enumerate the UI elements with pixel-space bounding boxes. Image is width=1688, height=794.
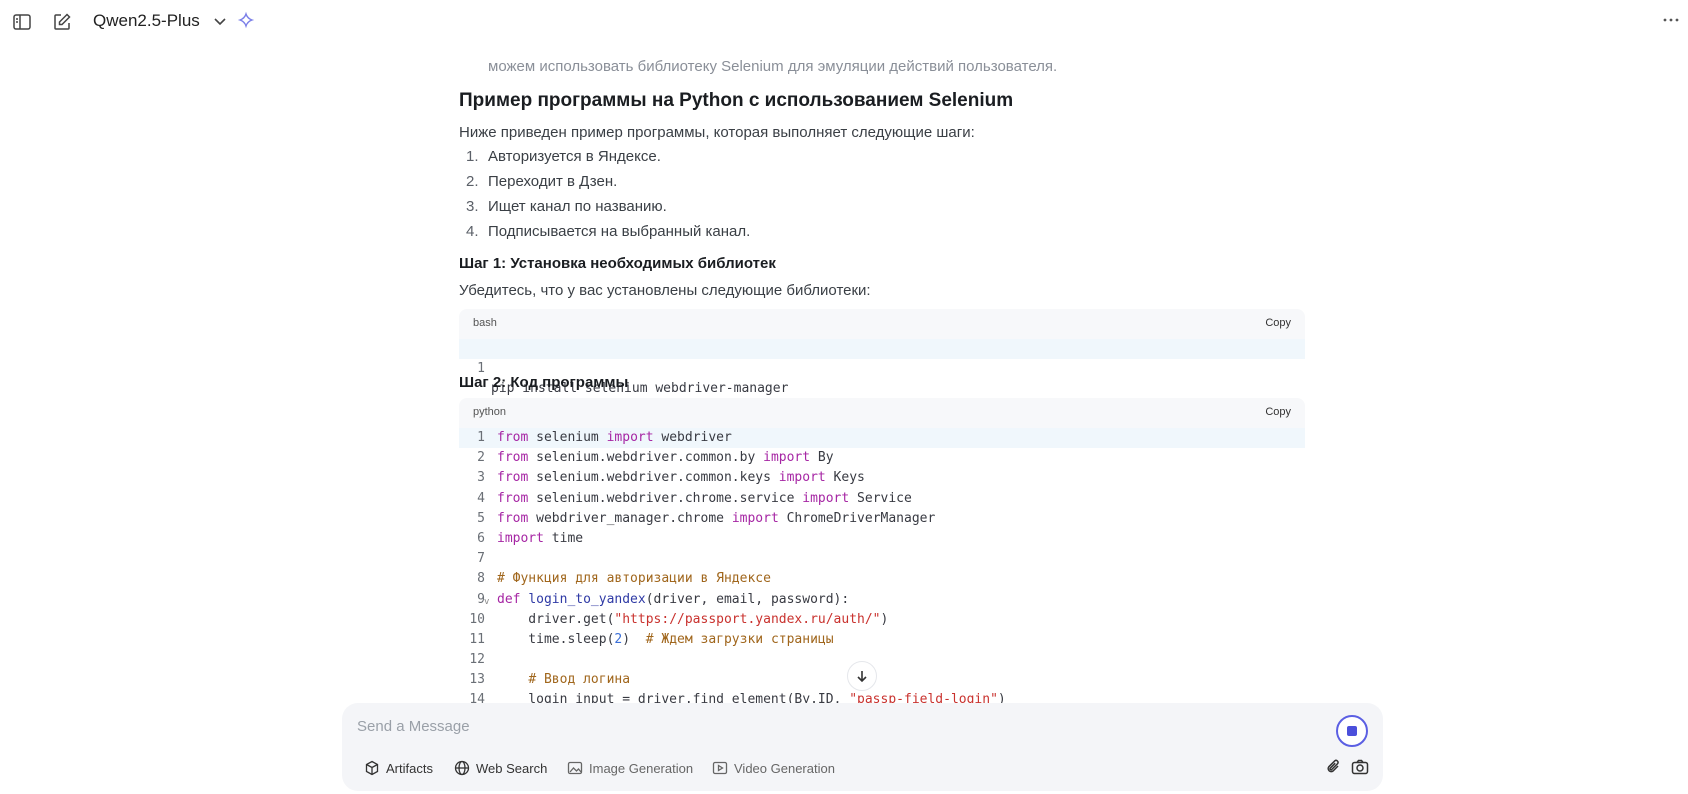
artifacts-button[interactable]: Artifacts [364, 758, 433, 778]
code-line: 10 driver.get("https://passport.yandex.r… [459, 610, 1305, 630]
stop-generation-button[interactable] [1336, 715, 1368, 747]
line-number: 4 [477, 490, 485, 506]
list-text: Авторизуется в Яндексе. [488, 148, 661, 165]
intro-paragraph: Ниже приведен пример программы, которая … [459, 124, 975, 141]
video-icon [712, 761, 728, 775]
steps-list: 1. Авторизуется в Яндексе. 2. Переходит в … [459, 148, 1305, 248]
code-text: # Ввод логина [528, 672, 631, 688]
code-body[interactable]: 1 from selenium import webdriver 2 from sel… [459, 428, 1305, 704]
model-selector[interactable]: Qwen2.5-Plus [93, 11, 200, 31]
code-text: time.sleep(2) # Ждем загрузки страницы [497, 631, 834, 647]
code-line: 13 # Ввод логина [459, 670, 1305, 690]
list-number: 1. [466, 148, 479, 165]
section-heading: Пример программы на Python с использован… [459, 90, 1014, 111]
arrow-down-icon [857, 671, 867, 683]
tool-label: Video Generation [734, 760, 835, 776]
code-line: 3 from selenium.webdriver.common.keys imp… [459, 468, 1305, 488]
list-item: 1. Авторизуется в Яндексе. [459, 148, 1305, 173]
magic-icon[interactable] [236, 11, 256, 31]
list-text: Подписывается на выбранный канал. [488, 223, 751, 240]
code-language: python [473, 406, 507, 418]
code-body[interactable]: 1 pip install selenium webdriver-manager [459, 339, 1305, 396]
line-number: 14 [469, 692, 485, 704]
sidebar-toggle-icon[interactable] [9, 9, 35, 35]
list-item: 3. Ищет канал по названию. [459, 198, 1305, 223]
line-number: 12 [469, 652, 485, 668]
code-text: from webdriver_manager.chrome import Chr… [497, 510, 936, 526]
code-language: bash [473, 317, 497, 329]
code-line: 4 from selenium.webdriver.chrome.service … [459, 489, 1305, 509]
tool-label: Web Search [476, 760, 548, 776]
code-line: 12 [459, 650, 1305, 670]
step1-heading: Шаг 1: Установка необходимых библиотек [459, 255, 776, 272]
step2-heading: Шаг 2: Код программы [459, 374, 629, 391]
scroll-down-button[interactable] [847, 661, 877, 691]
line-number: 7 [477, 551, 485, 567]
list-number: 4. [466, 223, 479, 240]
tool-label: Artifacts [386, 760, 433, 776]
code-line: 14 login_input = driver.find_element(By.… [459, 690, 1305, 704]
video-generation-button[interactable]: Video Generation [712, 758, 835, 778]
top-bar: Qwen2.5-Plus [0, 0, 1688, 42]
code-line: 7 [459, 549, 1305, 569]
code-text: import time [497, 530, 584, 546]
attach-icon[interactable] [1324, 757, 1344, 777]
step1-text: Убедитесь, что у вас установлены следующ… [459, 282, 871, 299]
line-number: 2 [477, 450, 485, 466]
line-number: 3 [477, 470, 485, 486]
tool-label: Image Generation [589, 760, 694, 776]
copy-button[interactable]: Copy [1265, 406, 1291, 418]
new-chat-icon[interactable] [49, 9, 75, 35]
camera-icon[interactable] [1350, 757, 1370, 777]
line-number: 11 [469, 631, 485, 647]
code-header: python Copy [459, 398, 1305, 428]
stop-icon [1347, 726, 1357, 736]
code-block-python: python Copy 1 from selenium import webdri… [459, 398, 1305, 704]
more-options-icon[interactable] [1660, 9, 1682, 31]
line-number: 13 [469, 672, 485, 688]
code-text: from selenium import webdriver [497, 430, 732, 445]
code-line: 5 from webdriver_manager.chrome import Ch… [459, 509, 1305, 529]
code-text: # Функция для авторизации в Яндексе [497, 571, 771, 587]
copy-button[interactable]: Copy [1265, 317, 1291, 329]
image-icon [567, 761, 583, 775]
line-number: 10 [469, 611, 485, 627]
image-generation-button[interactable]: Image Generation [567, 758, 693, 778]
message-input[interactable]: Send a Message [357, 718, 470, 735]
code-text: from selenium.webdriver.chrome.service i… [497, 490, 912, 506]
cube-icon [365, 760, 379, 776]
code-line: 6 import time [459, 529, 1305, 549]
code-line: 1 from selenium import webdriver [459, 428, 1305, 449]
list-number: 2. [466, 173, 479, 190]
line-number: 6 [477, 530, 485, 546]
line-number: 5 [477, 510, 485, 526]
list-number: 3. [466, 198, 479, 215]
code-line: 11 time.sleep(2) # Ждем загрузки страниц… [459, 630, 1305, 650]
line-number: 8 [477, 571, 485, 587]
list-text: Переходит в Дзен. [488, 173, 618, 190]
code-line: 1 pip install selenium webdriver-manager [459, 339, 1305, 396]
code-text: def login_to_yandex(driver, email, passw… [497, 591, 850, 607]
code-line: 2 from selenium.webdriver.common.by impor… [459, 448, 1305, 468]
code-block-bash: bash Copy 1 pip install selenium webdriv… [459, 309, 1305, 396]
faded-text-line: можем использовать библиотеку Selenium д… [488, 58, 1058, 75]
line-number: 9 [477, 591, 485, 607]
code-text: driver.get("https://passport.yandex.ru/a… [497, 611, 889, 627]
message-content: можем использовать библиотеку Selenium д… [459, 52, 1305, 704]
fold-chevron-icon[interactable]: v [484, 592, 489, 612]
code-header: bash Copy [459, 309, 1305, 339]
list-item: 2. Переходит в Дзен. [459, 173, 1305, 198]
globe-icon [454, 760, 470, 776]
code-line: 8 # Функция для авторизации в Яндексе [459, 569, 1305, 589]
code-text: from selenium.webdriver.common.by import… [497, 450, 834, 466]
code-line: 9 v def login_to_yandex(driver, email, pas… [459, 590, 1305, 610]
list-item: 4. Подписывается на выбранный канал. [459, 223, 1305, 248]
code-text: from selenium.webdriver.common.keys impo… [497, 470, 865, 486]
web-search-button[interactable]: Web Search [454, 758, 547, 778]
chevron-down-icon[interactable] [211, 12, 229, 30]
line-number: 1 [477, 430, 485, 445]
code-text: login_input = driver.find_element(By.ID,… [497, 692, 1006, 704]
list-text: Ищет канал по названию. [488, 198, 667, 215]
